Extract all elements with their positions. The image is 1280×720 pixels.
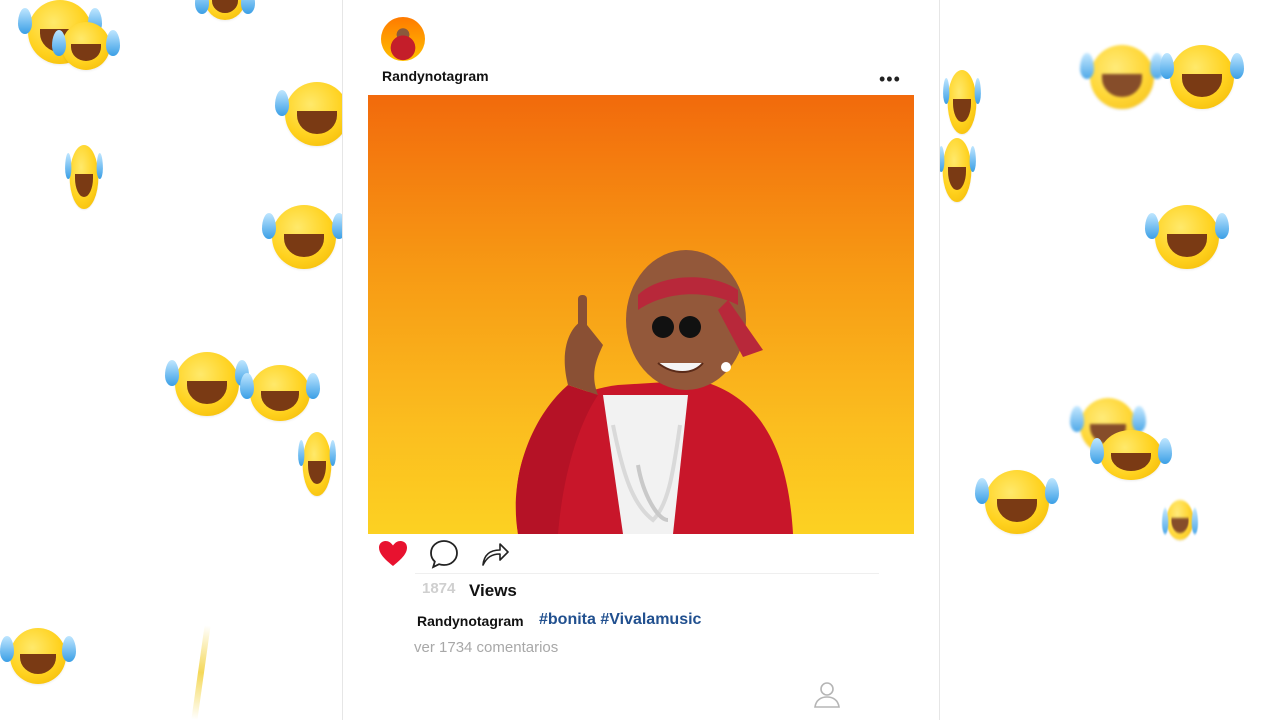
motion-streak: [191, 625, 211, 720]
laughing-emoji-icon: [262, 205, 346, 269]
views-count: 1874: [422, 580, 456, 597]
heart-icon: [379, 541, 407, 566]
profile-icon-glyph: [814, 682, 840, 708]
share-button[interactable]: [479, 538, 511, 570]
laughing-emoji-icon: [52, 22, 120, 70]
laughing-emoji-icon: [1145, 205, 1229, 269]
laughing-emoji-icon: [1160, 45, 1244, 109]
person-illustration: [515, 250, 793, 534]
laughing-emoji-icon: [1162, 500, 1198, 540]
more-options-icon[interactable]: •••: [879, 70, 901, 88]
laughing-emoji-icon: [275, 82, 359, 146]
views-label: Views: [469, 581, 517, 600]
comment-bubble-icon: [430, 540, 458, 569]
laughing-emoji-icon: [1090, 430, 1172, 480]
post-card: Randynotagram ••• 1874 Views Randynotagr…: [342, 0, 940, 720]
laughing-emoji-icon: [240, 365, 320, 421]
laughing-emoji-icon: [938, 138, 976, 202]
laughing-emoji-icon: [195, 0, 255, 20]
share-arrow-icon: [482, 543, 509, 566]
avatar[interactable]: [381, 17, 425, 61]
laughing-emoji-icon: [165, 352, 249, 416]
post-username[interactable]: Randynotagram: [382, 68, 489, 84]
like-button[interactable]: [377, 538, 409, 570]
laughing-emoji-icon: [298, 432, 336, 496]
divider: [415, 573, 879, 574]
hashtags[interactable]: #bonita #Vivalamusic: [539, 611, 701, 629]
caption-username[interactable]: Randynotagram: [417, 613, 524, 629]
laughing-emoji-icon: [975, 470, 1059, 534]
profile-icon[interactable]: [811, 680, 843, 712]
post-photo[interactable]: [368, 95, 914, 534]
laughing-emoji-icon: [65, 145, 103, 209]
laughing-emoji-icon: [1080, 45, 1164, 109]
comment-button[interactable]: [428, 538, 460, 570]
laughing-emoji-icon: [943, 70, 981, 134]
view-comments-link[interactable]: ver 1734 comentarios: [414, 639, 558, 656]
laughing-emoji-icon: [0, 628, 76, 684]
